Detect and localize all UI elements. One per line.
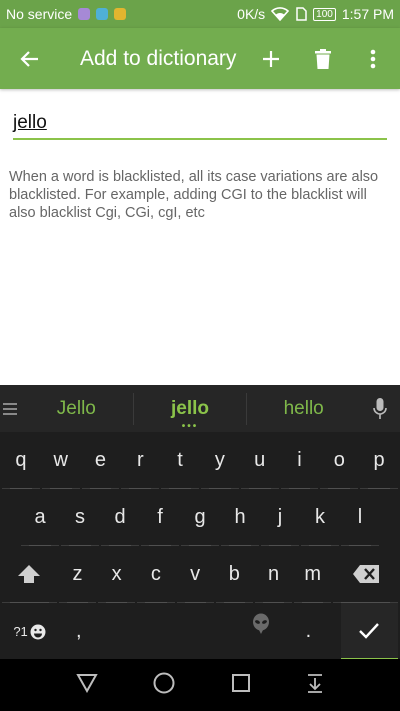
symbols-key[interactable]: ?1 xyxy=(2,603,57,660)
key-y[interactable]: y xyxy=(200,432,239,489)
key-z[interactable]: z xyxy=(58,546,97,603)
plus-icon xyxy=(263,50,279,67)
app-notification-icon xyxy=(114,8,127,20)
key-f[interactable]: f xyxy=(141,489,179,546)
key-g[interactable]: g xyxy=(181,489,219,546)
nav-home-button[interactable] xyxy=(153,672,175,699)
hide-keyboard-icon xyxy=(308,673,323,693)
checkmark-icon xyxy=(359,622,380,639)
shift-key[interactable] xyxy=(2,546,57,603)
add-word-button[interactable] xyxy=(245,28,297,89)
suggestion-1[interactable]: Jello xyxy=(20,385,133,432)
key-row-1: q w e r t y u i o p xyxy=(0,432,400,489)
shift-arrow-icon xyxy=(18,565,41,583)
app-toolbar: Add to dictionary xyxy=(0,28,400,89)
key-t[interactable]: t xyxy=(161,432,199,489)
voice-input-button[interactable] xyxy=(360,385,400,432)
circle-home-icon xyxy=(153,672,175,693)
triangle-back-icon xyxy=(76,673,98,693)
backspace-icon xyxy=(352,565,379,583)
back-button[interactable] xyxy=(0,28,60,89)
arrow-left-icon xyxy=(20,50,38,67)
key-v[interactable]: v xyxy=(176,546,214,603)
trash-icon xyxy=(315,48,331,69)
carrier-text: No service xyxy=(6,6,73,22)
nav-hide-keyboard-button[interactable] xyxy=(306,673,324,698)
network-speed: 0K/s xyxy=(237,6,266,22)
period-key[interactable]: . xyxy=(278,603,339,660)
delete-button[interactable] xyxy=(297,28,349,89)
key-c[interactable]: c xyxy=(137,546,175,603)
nav-recents-button[interactable] xyxy=(231,673,251,698)
suggestion-2[interactable]: jello ••• xyxy=(134,385,247,432)
key-q[interactable]: q xyxy=(2,432,40,489)
key-a[interactable]: a xyxy=(21,489,59,546)
key-s[interactable]: s xyxy=(61,489,99,546)
battery-level: 100 xyxy=(313,7,336,21)
key-m[interactable]: m xyxy=(294,546,332,603)
key-o[interactable]: o xyxy=(320,432,359,489)
more-options-button[interactable] xyxy=(349,28,397,89)
key-p[interactable]: p xyxy=(360,432,398,489)
more-suggestions-dots: ••• xyxy=(181,421,199,432)
key-n[interactable]: n xyxy=(254,546,293,603)
key-row-3: z x c v b n m xyxy=(0,546,400,603)
wifi-icon xyxy=(271,7,290,21)
blacklist-hint: When a word is blacklisted, all its case… xyxy=(9,169,379,221)
nav-back-button[interactable] xyxy=(76,673,98,698)
app-notification-icon xyxy=(96,8,109,20)
key-k[interactable]: k xyxy=(301,489,339,546)
menu-icon xyxy=(3,402,17,415)
space-key[interactable] xyxy=(100,603,276,660)
key-j[interactable]: j xyxy=(261,489,299,546)
key-r[interactable]: r xyxy=(121,432,160,489)
key-h[interactable]: h xyxy=(221,489,259,546)
sim-icon xyxy=(296,7,307,21)
comma-key[interactable]: , xyxy=(59,603,98,660)
page-title: Add to dictionary xyxy=(80,46,237,70)
key-e[interactable]: e xyxy=(81,432,120,489)
key-w[interactable]: w xyxy=(41,432,80,489)
done-key[interactable] xyxy=(340,603,398,660)
key-l[interactable]: l xyxy=(341,489,379,546)
suggestion-2-label: jello xyxy=(171,398,210,419)
keyboard-menu-button[interactable] xyxy=(0,385,20,432)
emoji-icon xyxy=(30,624,46,639)
navigation-bar xyxy=(0,659,400,711)
key-u[interactable]: u xyxy=(240,432,279,489)
suggestion-strip: Jello jello ••• hello xyxy=(0,385,400,432)
time-text: 1:57 PM xyxy=(341,6,394,22)
suggestion-3[interactable]: hello xyxy=(247,385,360,432)
alien-icon xyxy=(252,613,269,634)
backspace-key[interactable] xyxy=(333,546,399,603)
more-vert-icon xyxy=(370,49,376,68)
word-input[interactable]: jello xyxy=(13,112,387,140)
status-bar: No service 0K/s 100 1:57 PM xyxy=(0,0,400,28)
key-b[interactable]: b xyxy=(215,546,253,603)
app-notification-icon xyxy=(78,8,91,20)
microphone-icon xyxy=(373,397,387,419)
symbols-key-label: ?1 xyxy=(13,624,28,639)
square-recents-icon xyxy=(231,673,250,692)
key-row-2: a s d f g h j k l xyxy=(0,489,400,546)
key-i[interactable]: i xyxy=(280,432,319,489)
key-x[interactable]: x xyxy=(98,546,136,603)
key-d[interactable]: d xyxy=(101,489,139,546)
key-row-4: ?1 , . xyxy=(0,603,400,660)
